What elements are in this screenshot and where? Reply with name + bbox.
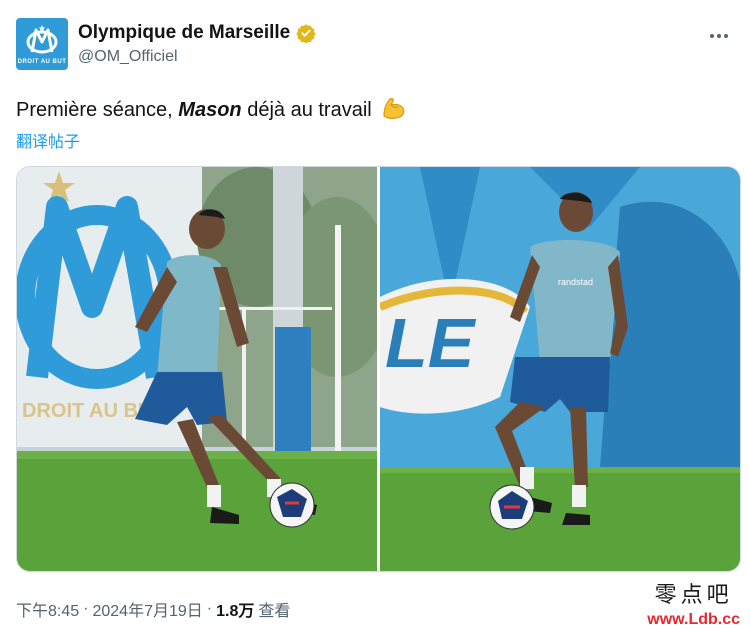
- more-dot: [724, 34, 728, 38]
- post-text-before: Première séance,: [16, 99, 179, 121]
- post-date[interactable]: 2024年7月19日: [92, 597, 202, 621]
- photo-right[interactable]: LE randstad: [380, 167, 740, 571]
- watermark-url: www.Ldb.cc: [647, 611, 740, 628]
- avatar-caption: DROIT AU BUT: [17, 58, 67, 65]
- mural-text: LE: [385, 304, 477, 382]
- post-text: Première séance, Mason déjà au travail: [16, 96, 407, 122]
- post-header: DROIT AU BUT Olympique de Marseille @OM_…: [16, 18, 734, 76]
- training-photo-right: LE randstad: [380, 167, 740, 571]
- om-logo-icon: [26, 24, 58, 53]
- photo-left[interactable]: DROIT AU BUT: [17, 167, 377, 571]
- views-count[interactable]: 1.8万: [216, 597, 254, 621]
- media-grid: DROIT AU BUT LE randstad: [16, 166, 741, 572]
- post-meta: 下午8:45 · 2024年7月19日 · 1.8万 查看: [16, 597, 290, 621]
- avatar[interactable]: DROIT AU BUT: [16, 18, 68, 70]
- meta-separator: ·: [206, 600, 213, 617]
- watermark: 零点吧 www.Ldb.cc: [647, 577, 740, 629]
- post-time[interactable]: 下午8:45: [16, 597, 79, 621]
- post-text-after: déjà au travail: [241, 99, 372, 121]
- watermark-text: 零点吧: [654, 583, 733, 608]
- user-handle[interactable]: @OM_Officiel: [78, 48, 316, 66]
- post-text-bold: Mason: [178, 99, 242, 121]
- flexed-biceps-icon: [383, 98, 405, 119]
- more-options-button[interactable]: [704, 24, 734, 48]
- display-name[interactable]: Olympique de Marseille: [78, 22, 290, 44]
- shirt-sponsor-text: randstad: [558, 277, 593, 287]
- meta-separator: ·: [83, 600, 89, 617]
- verified-badge-icon[interactable]: [296, 23, 316, 43]
- translate-post-link[interactable]: 翻译帖子: [16, 128, 80, 152]
- more-dots-icon: [710, 34, 714, 38]
- training-photo-left: DROIT AU BUT: [17, 167, 377, 571]
- views-label[interactable]: 查看: [258, 597, 290, 621]
- more-dot: [717, 34, 721, 38]
